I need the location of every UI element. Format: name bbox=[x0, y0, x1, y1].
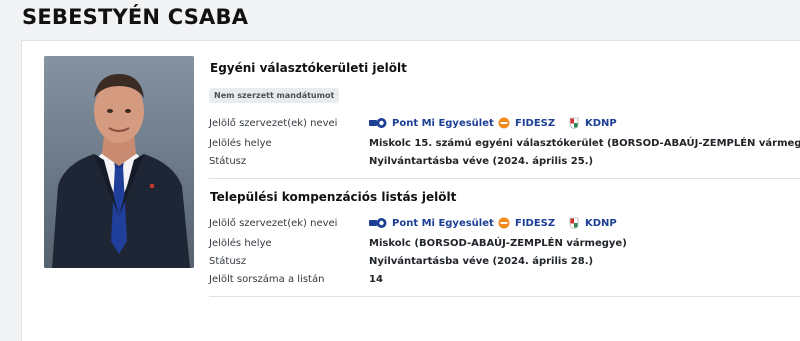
kdnp-logo-icon bbox=[569, 217, 579, 229]
row-status: Státusz Nyilvántartásba véve (2024. ápri… bbox=[209, 256, 800, 272]
row-label: Jelölt sorszáma a listán bbox=[209, 274, 325, 285]
row-nominating-orgs: Jelölő szervezet(ek) nevei Pont Mi Egyes… bbox=[209, 217, 800, 234]
row-list-position: Jelölt sorszáma a listán 14 bbox=[209, 274, 800, 290]
row-value: 14 bbox=[369, 274, 383, 285]
org-name: Pont Mi Egyesület bbox=[392, 217, 494, 229]
candidate-card: Egyéni választókerületi jelölt Nem szerz… bbox=[21, 40, 800, 341]
row-label: Jelölő szervezet(ek) nevei bbox=[209, 218, 338, 229]
row-nominating-orgs: Jelölő szervezet(ek) nevei Pont Mi Egyes… bbox=[209, 117, 800, 134]
row-value: Nyilvántartásba véve (2024. április 28.) bbox=[369, 256, 594, 267]
org-link-fidesz[interactable]: FIDESZ bbox=[498, 117, 555, 129]
row-label: Státusz bbox=[209, 156, 247, 167]
row-label: Jelölő szervezet(ek) nevei bbox=[209, 118, 338, 129]
org-link-pont-mi[interactable]: Pont Mi Egyesület bbox=[369, 217, 494, 229]
kdnp-logo-icon bbox=[569, 117, 579, 129]
org-name: FIDESZ bbox=[515, 117, 556, 129]
org-link-fidesz[interactable]: FIDESZ bbox=[498, 217, 555, 229]
section-individual-candidate: Egyéni választókerületi jelölt Nem szerz… bbox=[209, 56, 800, 186]
section-compensation-list-candidate: Települési kompenzációs listás jelölt Je… bbox=[209, 186, 800, 296]
org-name: Pont Mi Egyesület bbox=[392, 117, 494, 129]
pont-mi-logo-icon bbox=[369, 218, 387, 228]
org-name: KDNP bbox=[585, 117, 617, 129]
org-link-kdnp[interactable]: KDNP bbox=[568, 217, 617, 229]
fidesz-logo-icon bbox=[498, 217, 510, 229]
page-title: SEBESTYÉN CSABA bbox=[22, 5, 249, 29]
fidesz-logo-icon bbox=[498, 117, 510, 129]
section-divider bbox=[209, 296, 800, 297]
row-label: Jelölés helye bbox=[209, 238, 272, 249]
pont-mi-logo-icon bbox=[369, 118, 387, 128]
row-nomination-place: Jelölés helye Miskolc (BORSOD-ABAÚJ-ZEMP… bbox=[209, 238, 800, 254]
section-title: Egyéni választókerületi jelölt bbox=[210, 61, 407, 75]
row-value: Miskolc 15. számú egyéni választókerület… bbox=[369, 138, 800, 149]
org-link-pont-mi[interactable]: Pont Mi Egyesület bbox=[369, 117, 494, 129]
org-name: KDNP bbox=[585, 217, 617, 229]
row-value: Miskolc (BORSOD-ABAÚJ-ZEMPLÉN vármegye) bbox=[369, 238, 627, 249]
row-value: Nyilvántartásba véve (2024. április 25.) bbox=[369, 156, 594, 167]
status-badge: Nem szerzett mandátumot bbox=[209, 88, 340, 103]
row-nomination-place: Jelölés helye Miskolc 15. számú egyéni v… bbox=[209, 138, 800, 154]
row-label: Státusz bbox=[209, 256, 247, 267]
org-link-kdnp[interactable]: KDNP bbox=[568, 117, 617, 129]
row-status: Státusz Nyilvántartásba véve (2024. ápri… bbox=[209, 156, 800, 172]
org-name: FIDESZ bbox=[515, 217, 556, 229]
row-label: Jelölés helye bbox=[209, 138, 272, 149]
candidate-photo bbox=[44, 56, 194, 268]
section-title: Települési kompenzációs listás jelölt bbox=[210, 190, 457, 204]
section-divider bbox=[209, 178, 800, 179]
